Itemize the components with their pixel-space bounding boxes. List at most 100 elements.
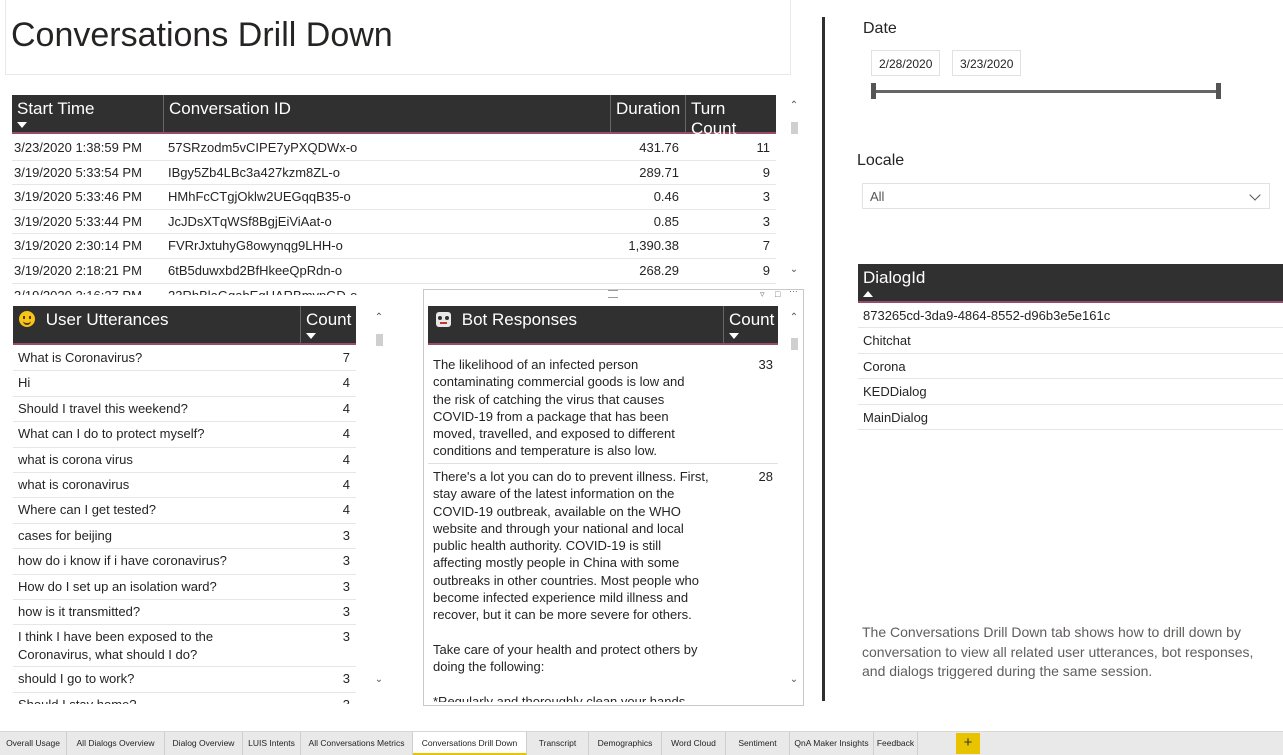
drag-handle-icon[interactable] [608, 290, 618, 298]
utterance-row[interactable]: cases for beijing 3 [13, 524, 356, 550]
utterance-row[interactable]: Should I travel this weekend? 4 [13, 397, 356, 423]
add-page-button[interactable]: + [956, 733, 980, 754]
date-slider-end-handle[interactable] [1216, 83, 1221, 99]
page-tab[interactable]: All Dialogs Overview [67, 732, 165, 755]
scroll-thumb[interactable] [791, 338, 798, 350]
bot-responses-scrollbar[interactable]: ⌃ ⌄ [788, 312, 800, 692]
locale-selected-value: All [870, 189, 885, 204]
utterance-row[interactable]: how is it transmitted? 3 [13, 600, 356, 626]
utterance-text: should I go to work? [18, 671, 135, 687]
dialog-row[interactable]: Corona [858, 354, 1283, 380]
page-tab[interactable]: Dialog Overview [165, 732, 243, 755]
conversation-row[interactable]: 3/19/2020 5:33:54 PM IBgy5Zb4LBc3a427kzm8… [12, 161, 776, 186]
page-tab[interactable]: Transcript [527, 732, 589, 755]
scroll-down-icon[interactable]: ⌄ [788, 674, 800, 685]
scroll-thumb[interactable] [791, 122, 798, 134]
locale-dropdown[interactable]: All [862, 183, 1270, 209]
conversation-duration: 0.46 [653, 189, 679, 205]
utterance-count: 3 [343, 696, 350, 704]
utterance-row[interactable]: I think I have been exposed to the Coron… [13, 625, 356, 668]
conversation-start-time: 3/19/2020 5:33:54 PM [14, 164, 142, 180]
col-start-time[interactable]: Start Time [12, 95, 163, 132]
col-turn-count-label: Turn Count [691, 99, 737, 138]
bot-response-row[interactable]: The likelihood of an infected person con… [428, 346, 778, 464]
utterance-text: I think I have been exposed to the Coron… [18, 629, 214, 662]
dialog-row[interactable]: 873265cd-3da9-4864-8552-d96b3e5e161c [858, 303, 1283, 329]
scroll-down-icon[interactable]: ⌄ [373, 674, 385, 685]
focus-mode-icon[interactable]: □ [775, 289, 780, 299]
utterance-row[interactable]: What can I do to protect myself? 4 [13, 422, 356, 448]
dialog-table-header[interactable]: DialogId [858, 264, 1283, 303]
utterance-text: what is corona virus [18, 451, 133, 467]
page-tab[interactable]: Word Cloud [662, 732, 726, 755]
date-slicer-title: Date [863, 20, 897, 37]
scroll-up-icon[interactable]: ⌃ [788, 100, 800, 111]
dialog-id: Corona [863, 358, 906, 374]
title-card: Conversations Drill Down [5, 0, 791, 75]
dialog-table: DialogId 873265cd-3da9-4864-8552-d96b3e5… [858, 264, 1283, 434]
utterance-text: How do I set up an isolation ward? [18, 578, 217, 594]
utterance-row[interactable]: what is corona virus 4 [13, 448, 356, 473]
col-utterance-count[interactable]: Count [300, 306, 356, 343]
page-tab[interactable]: Sentiment [726, 732, 790, 755]
page-tab[interactable]: LUIS Intents [243, 732, 301, 755]
conversation-row[interactable]: 3/23/2020 1:38:59 PM 57SRzodm5vCIPE7yPXQD… [12, 136, 776, 161]
conversation-row[interactable]: 3/19/2020 2:30:14 PM FVRrJxtuhyG8owynqg9L… [12, 234, 776, 259]
col-duration[interactable]: Duration [610, 95, 685, 132]
utterance-row[interactable]: Should I stay home? 3 [13, 693, 356, 704]
locale-slicer-title: Locale [857, 152, 905, 169]
conversation-row[interactable]: 3/19/2020 5:33:44 PM JcJDsXTqWSf8BgjEiViA… [12, 210, 776, 235]
date-end-input[interactable]: 3/23/2020 [952, 50, 1022, 76]
dialog-row[interactable]: MainDialog [858, 405, 1283, 430]
utterance-row[interactable]: Where can I get tested? 4 [13, 498, 356, 524]
conversation-row[interactable]: 3/19/2020 5:33:46 PM HMhFcCTgjOklw2UEGqqB… [12, 185, 776, 210]
dialog-id-label: DialogId [863, 268, 926, 287]
more-options-icon[interactable]: ⋯ [789, 286, 798, 297]
dialog-row[interactable]: KEDDialog [858, 379, 1283, 405]
filter-icon[interactable]: ▿ [760, 289, 765, 300]
page-tab[interactable]: Feedback [874, 732, 918, 755]
dialog-id: KEDDialog [863, 384, 927, 400]
col-bot-response[interactable]: Bot Responses [428, 306, 723, 343]
utterance-row[interactable]: what is coronavirus 4 [13, 473, 356, 499]
col-turn-count[interactable]: Turn Count [685, 95, 776, 138]
date-start-input[interactable]: 2/28/2020 [871, 50, 941, 76]
bot-responses-title: Bot Responses [461, 310, 578, 329]
date-slider-track[interactable] [873, 90, 1219, 93]
scroll-up-icon[interactable]: ⌃ [788, 312, 800, 323]
page-tab[interactable]: Demographics [589, 732, 662, 755]
utterance-row[interactable]: Hi 4 [13, 371, 356, 397]
dialog-row[interactable]: Chitchat [858, 328, 1283, 354]
conversations-scrollbar[interactable]: ⌃ ⌄ [788, 100, 800, 280]
utterance-text: Should I stay home? [18, 696, 137, 704]
section-divider [822, 17, 825, 701]
utterance-row[interactable]: How do I set up an isolation ward? 3 [13, 575, 356, 600]
col-conversation-id[interactable]: Conversation ID [163, 95, 610, 132]
smiley-icon [19, 311, 35, 327]
utterance-row[interactable]: how do i know if i have coronavirus? 3 [13, 549, 356, 575]
col-bot-count[interactable]: Count [723, 306, 778, 343]
utterances-scrollbar[interactable]: ⌃ ⌄ [373, 312, 385, 692]
scroll-up-icon[interactable]: ⌃ [373, 312, 385, 323]
page-tab[interactable]: QnA Maker Insights [790, 732, 874, 755]
conversation-start-time: 3/23/2020 1:38:59 PM [14, 140, 142, 155]
utterance-text: how do i know if i have coronavirus? [18, 553, 227, 569]
col-utterance[interactable]: User Utterances [13, 306, 300, 343]
bot-response-count: 33 [758, 357, 773, 372]
conversation-duration: 0.85 [653, 213, 679, 229]
scroll-down-icon[interactable]: ⌄ [788, 264, 800, 275]
bot-response-row[interactable]: There's a lot you can do to prevent illn… [428, 464, 778, 702]
utterance-row[interactable]: should I go to work? 3 [13, 667, 356, 693]
bot-response-text: There's a lot you can do to prevent illn… [433, 469, 709, 702]
utterance-text: What is Coronavirus? [18, 350, 143, 365]
utterance-count: 4 [342, 400, 350, 416]
page-tab[interactable]: Overall Usage [0, 732, 67, 755]
col-dialog-id[interactable]: DialogId [858, 264, 1283, 301]
date-slider-start-handle[interactable] [871, 83, 876, 99]
page-tab[interactable]: All Conversations Metrics [301, 732, 413, 755]
page-tab[interactable]: Conversations Drill Down [413, 732, 527, 755]
utterance-row[interactable]: What is Coronavirus? 7 [13, 346, 356, 372]
conversation-row[interactable]: 3/19/2020 2:18:21 PM 6tB5duwxbd2BfHkeeQpR… [12, 259, 776, 284]
sort-desc-icon [306, 333, 316, 339]
scroll-thumb[interactable] [376, 334, 383, 346]
